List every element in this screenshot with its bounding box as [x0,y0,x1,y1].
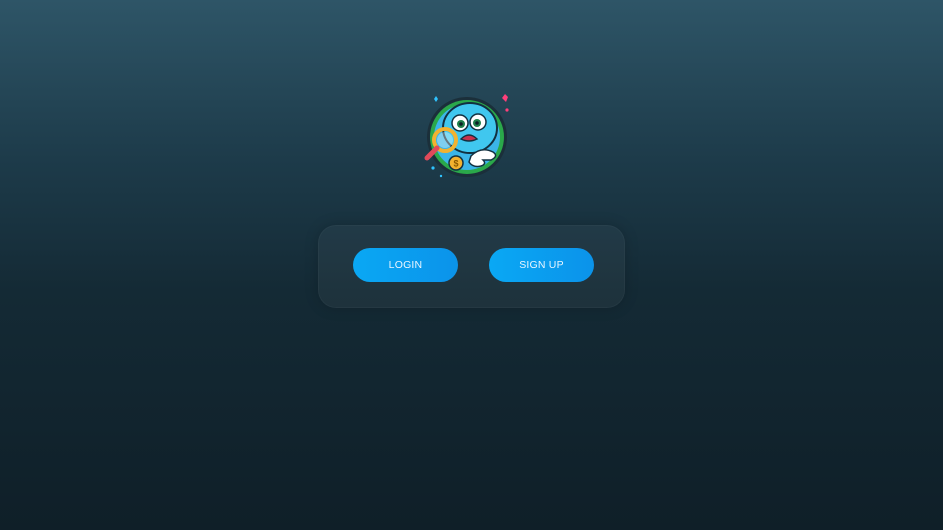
sign-up-button[interactable]: SIGN UP [489,248,594,282]
svg-text:$: $ [453,159,458,169]
auth-panel: LOGIN SIGN UP [318,225,625,308]
login-button[interactable]: LOGIN [353,248,458,282]
mascot-logo-icon: $ [419,90,515,182]
